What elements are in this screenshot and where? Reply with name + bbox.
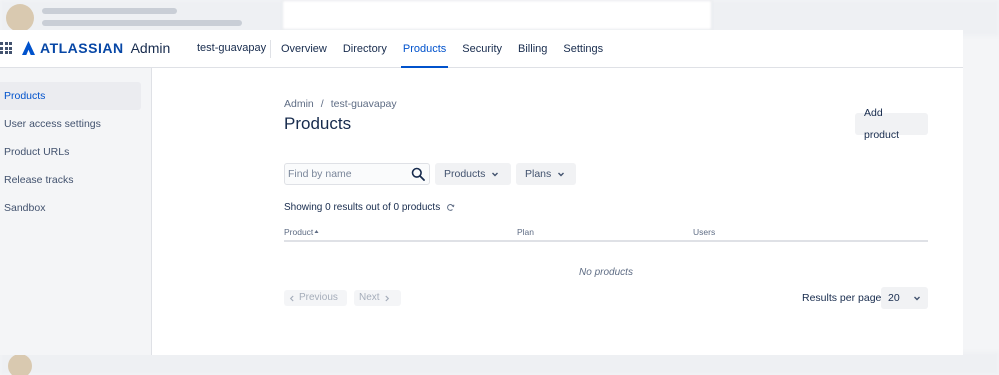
results-per-page-label: Results per page: [802, 292, 885, 304]
previous-label: Previous [299, 292, 338, 303]
results-per-page-value: 20 [888, 292, 900, 304]
breadcrumb-separator: / [320, 98, 324, 110]
background-avatar [6, 4, 34, 32]
previous-page-button[interactable]: Previous [284, 290, 347, 306]
admin-window: ATLASSIAN Admin test-guavapay Overview D… [0, 30, 963, 355]
brand-name: ATLASSIAN [40, 40, 124, 56]
products-filter-label: Products [444, 168, 486, 180]
background-text-line [42, 8, 177, 14]
app-switcher-icon[interactable] [0, 42, 12, 54]
background-footer-strip [0, 352, 999, 375]
chevron-down-icon [492, 172, 499, 177]
chevron-down-icon [558, 172, 565, 177]
column-header-product[interactable]: Product [284, 227, 319, 237]
sidebar: Products User access settings Product UR… [0, 68, 152, 355]
tab-settings[interactable]: Settings [563, 30, 603, 68]
atlassian-logo-icon [22, 41, 35, 55]
sidebar-item-release-tracks[interactable]: Release tracks [0, 166, 141, 194]
chevron-right-icon [384, 295, 389, 301]
atlassian-admin-logo[interactable]: ATLASSIAN Admin [22, 40, 170, 56]
sidebar-item-sandbox[interactable]: Sandbox [0, 194, 141, 222]
next-label: Next [359, 292, 380, 303]
organization-name[interactable]: test-guavapay [197, 42, 266, 54]
next-page-button[interactable]: Next [354, 290, 401, 306]
sort-icon [314, 230, 319, 233]
plans-filter-label: Plans [525, 168, 552, 180]
breadcrumb: Admin / test-guavapay [284, 98, 397, 110]
results-summary: Showing 0 results out of 0 products [284, 202, 455, 213]
search-input[interactable] [288, 166, 403, 182]
chevron-down-icon [914, 296, 920, 301]
add-product-button[interactable]: Add product [855, 107, 928, 141]
chevron-left-icon [289, 295, 294, 301]
tab-products[interactable]: Products [400, 30, 449, 68]
column-product-label: Product [284, 227, 314, 237]
results-per-page-select[interactable]: 20 [881, 287, 928, 309]
main-tabs: Overview Directory Products Security Bil… [281, 30, 619, 68]
column-header-plan: Plan [517, 227, 535, 237]
top-navigation: ATLASSIAN Admin test-guavapay Overview D… [0, 30, 963, 68]
sidebar-item-product-urls[interactable]: Product URLs [0, 138, 141, 166]
products-filter-dropdown[interactable]: Products [435, 163, 511, 185]
sidebar-item-user-access-settings[interactable]: User access settings [0, 110, 141, 138]
plans-filter-dropdown[interactable]: Plans [516, 163, 576, 185]
tab-directory[interactable]: Directory [343, 30, 387, 68]
search-icon[interactable] [411, 167, 425, 181]
nav-divider [270, 40, 271, 58]
refresh-icon[interactable] [446, 203, 455, 212]
search-field[interactable] [284, 163, 430, 185]
product-name: Admin [130, 40, 171, 56]
products-table-header: Product Plan Users [284, 227, 928, 242]
empty-state-message: No products [579, 267, 633, 278]
page-title: Products [284, 114, 352, 133]
breadcrumb-admin[interactable]: Admin [284, 98, 314, 110]
breadcrumb-org[interactable]: test-guavapay [331, 98, 397, 110]
results-text: Showing 0 results out of 0 products [284, 202, 441, 213]
background-card [282, 0, 712, 30]
sidebar-item-products[interactable]: Products [0, 82, 141, 110]
background-text-line [42, 20, 242, 26]
tab-overview[interactable]: Overview [281, 30, 327, 68]
column-header-users: Users [693, 227, 716, 237]
tab-security[interactable]: Security [462, 30, 502, 68]
tab-billing[interactable]: Billing [518, 30, 547, 68]
background-avatar [8, 354, 32, 375]
